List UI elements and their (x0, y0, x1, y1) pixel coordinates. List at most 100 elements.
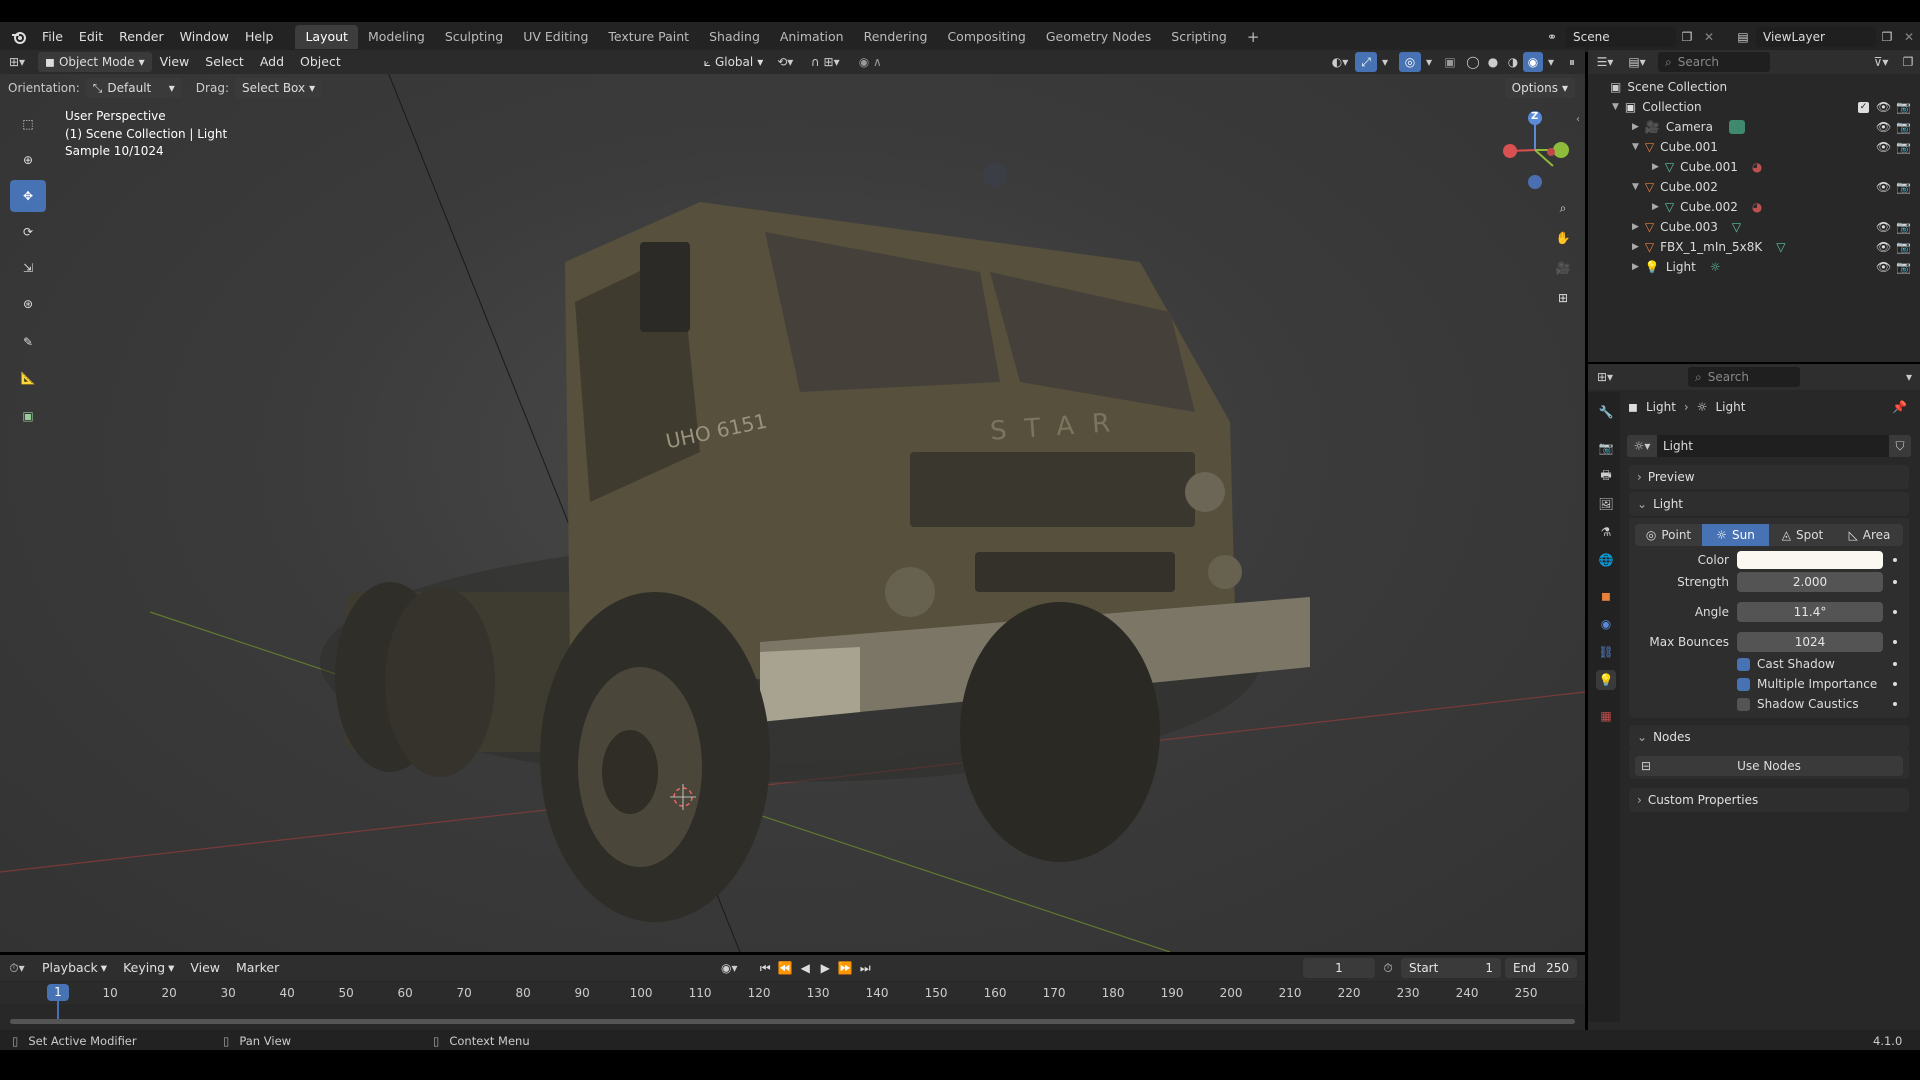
visibility-icon[interactable]: ◐▾ (1325, 55, 1355, 69)
menu-edit[interactable]: Edit (71, 25, 111, 49)
outliner-row-cube-002-data[interactable]: ▶ ▽ Cube.002 ◕ (1588, 197, 1918, 217)
world-tab-icon[interactable]: 🌐 (1596, 550, 1616, 570)
pin-icon[interactable]: 📌 (1892, 400, 1907, 414)
sidebar-toggle-icon[interactable]: ‹ (1576, 114, 1580, 125)
eye-icon[interactable]: 👁 (1876, 260, 1891, 274)
pan-hand-icon[interactable]: ✋ (1551, 226, 1575, 250)
end-frame-field[interactable]: End 250 (1505, 958, 1577, 978)
options-dropdown[interactable]: Options ▾ (1504, 78, 1575, 98)
caustics-keyframe-dot[interactable] (1893, 702, 1897, 706)
viewport-menu-view[interactable]: View (152, 50, 198, 74)
outliner-row-cube-001[interactable]: ▼ ▽ Cube.001 👁 📷 (1588, 137, 1918, 157)
strength-keyframe-dot[interactable] (1893, 580, 1897, 584)
tab-rendering[interactable]: Rendering (854, 25, 938, 49)
eye-icon[interactable]: 👁 (1876, 180, 1891, 194)
tab-animation[interactable]: Animation (770, 25, 854, 49)
camera-view-icon[interactable]: 🎥 (1551, 256, 1575, 280)
tab-compositing[interactable]: Compositing (937, 25, 1035, 49)
marker-menu[interactable]: Marker (228, 956, 287, 980)
gizmo-toggle-icon[interactable]: ⤢ (1355, 52, 1377, 72)
add-workspace-button[interactable]: + (1237, 25, 1270, 49)
datablock-name-field[interactable]: Light (1657, 435, 1889, 457)
close-scene-icon[interactable]: ✕ (1698, 30, 1720, 44)
outliner-row-collection[interactable]: ▼ ▣ Collection ✓ 👁 📷 (1588, 97, 1918, 117)
auto-keying-icon[interactable]: ◉▾ (715, 961, 743, 975)
camera-render-icon[interactable]: 📷 (1896, 180, 1911, 194)
outliner-search-input[interactable]: ⌕ Search (1658, 52, 1770, 72)
xray-icon[interactable]: ▣ (1437, 55, 1463, 69)
eye-icon[interactable]: 👁 (1876, 240, 1891, 254)
jump-keyframe-forward-icon[interactable]: ⏩ (835, 961, 855, 975)
viewport-menu-select[interactable]: Select (197, 50, 252, 74)
outliner-row-cube-001-data[interactable]: ▶ ▽ Cube.001 ◕ (1588, 157, 1918, 177)
light-type-spot[interactable]: ◬ Spot (1769, 524, 1836, 546)
bounces-keyframe-dot[interactable] (1893, 640, 1897, 644)
jump-keyframe-back-icon[interactable]: ⏪ (775, 961, 795, 975)
light-type-point[interactable]: ◎ Point (1635, 524, 1702, 546)
overlays-toggle-icon[interactable]: ◎ (1399, 52, 1421, 72)
render-tab-icon[interactable]: 📷 (1596, 438, 1616, 458)
multiple-importance-checkbox[interactable] (1737, 677, 1750, 691)
properties-search-input[interactable]: ⌕ Search (1688, 367, 1800, 387)
object-mode-dropdown[interactable]: ◼ Object Mode ▾ (38, 52, 152, 72)
viewport-menu-add[interactable]: Add (252, 50, 292, 74)
eye-icon[interactable]: 👁 (1876, 140, 1891, 154)
wireframe-shading-icon[interactable]: ◯ (1463, 55, 1483, 69)
physics-tab-icon[interactable]: ◉ (1596, 614, 1616, 634)
fake-user-shield-icon[interactable]: ⛉ (1889, 435, 1911, 457)
tab-modeling[interactable]: Modeling (358, 25, 435, 49)
tab-uv-editing[interactable]: UV Editing (513, 25, 598, 49)
camera-render-icon[interactable]: 📷 (1896, 220, 1911, 234)
eye-icon[interactable]: 👁 (1876, 100, 1891, 114)
constraints-tab-icon[interactable]: ⛓ (1596, 642, 1616, 662)
pause-render-icon[interactable]: ⏸ (1559, 55, 1585, 70)
cast-shadow-keyframe-dot[interactable] (1893, 662, 1897, 666)
view-layer-icon[interactable]: ▤ (1730, 30, 1756, 44)
max-bounces-field[interactable]: 1024 (1737, 632, 1883, 652)
perspective-toggle-icon[interactable]: ⊞ (1551, 286, 1575, 310)
outliner-row-cube-003[interactable]: ▶ ▽ Cube.003 ▽ 👁 📷 (1588, 217, 1918, 237)
object-tab-icon[interactable]: ◼ (1596, 586, 1616, 606)
tab-layout[interactable]: Layout (295, 25, 358, 49)
light-type-area[interactable]: ◺ Area (1836, 524, 1903, 546)
eye-icon[interactable]: 👁 (1876, 220, 1891, 234)
shadow-caustics-checkbox[interactable] (1737, 697, 1750, 711)
camera-render-icon[interactable]: 📷 (1896, 140, 1911, 154)
play-icon[interactable]: ▶ (815, 961, 835, 975)
annotate-tool-icon[interactable]: ✎ (10, 326, 46, 358)
rendered-shading-icon[interactable]: ◉ (1523, 52, 1543, 72)
menu-render[interactable]: Render (111, 25, 172, 49)
rotate-tool-icon[interactable]: ⟳ (10, 216, 46, 248)
nodes-section-header[interactable]: ⌄ Nodes (1629, 725, 1909, 749)
orientation-dropdown[interactable]: ⤡ Default ▾ (85, 78, 182, 98)
outliner-row-scene-collection[interactable]: ▣ Scene Collection (1588, 77, 1918, 97)
timeline-editor-type-icon[interactable]: ⏱▾ (0, 961, 34, 976)
properties-options-icon[interactable]: ▾ (1898, 370, 1920, 384)
timeline-scrollbar[interactable] (10, 1019, 1575, 1024)
transform-tool-icon[interactable]: ⊛ (10, 288, 46, 320)
cast-shadow-row[interactable]: Cast Shadow (1737, 656, 1835, 672)
jump-start-icon[interactable]: ⏮ (755, 961, 775, 976)
outliner-editor-type-icon[interactable]: ☰▾ (1588, 55, 1622, 69)
pivot-icon[interactable]: ⟲▾ (770, 55, 800, 69)
eye-icon[interactable]: 👁 (1876, 120, 1891, 134)
color-keyframe-dot[interactable] (1893, 558, 1897, 562)
scene-name-field[interactable]: Scene (1566, 27, 1676, 47)
playhead-frame-indicator[interactable]: 1 (47, 984, 69, 1001)
view-layer-field[interactable]: ViewLayer (1756, 27, 1876, 47)
texture-tab-icon[interactable]: ▦ (1596, 706, 1616, 726)
multiple-importance-row[interactable]: Multiple Importance (1737, 676, 1877, 692)
measure-tool-icon[interactable]: 📐 (10, 362, 46, 394)
new-view-layer-icon[interactable]: ❐ (1876, 30, 1898, 44)
light-section-header[interactable]: ⌄ Light (1629, 492, 1909, 516)
keying-menu[interactable]: Keying ▾ (115, 956, 182, 980)
timeline-view-menu[interactable]: View (182, 956, 228, 980)
blender-logo-icon[interactable] (4, 25, 34, 49)
camera-render-icon[interactable]: 📷 (1896, 100, 1911, 114)
preview-section-header[interactable]: › Preview (1629, 465, 1909, 489)
proportional-edit-icon[interactable]: ◉ ∧ (850, 55, 890, 69)
tab-sculpting[interactable]: Sculpting (435, 25, 513, 49)
close-view-layer-icon[interactable]: ✕ (1898, 30, 1920, 44)
jump-end-icon[interactable]: ⏭ (855, 961, 875, 976)
scene-tab-icon[interactable]: ⚗ (1596, 522, 1616, 542)
